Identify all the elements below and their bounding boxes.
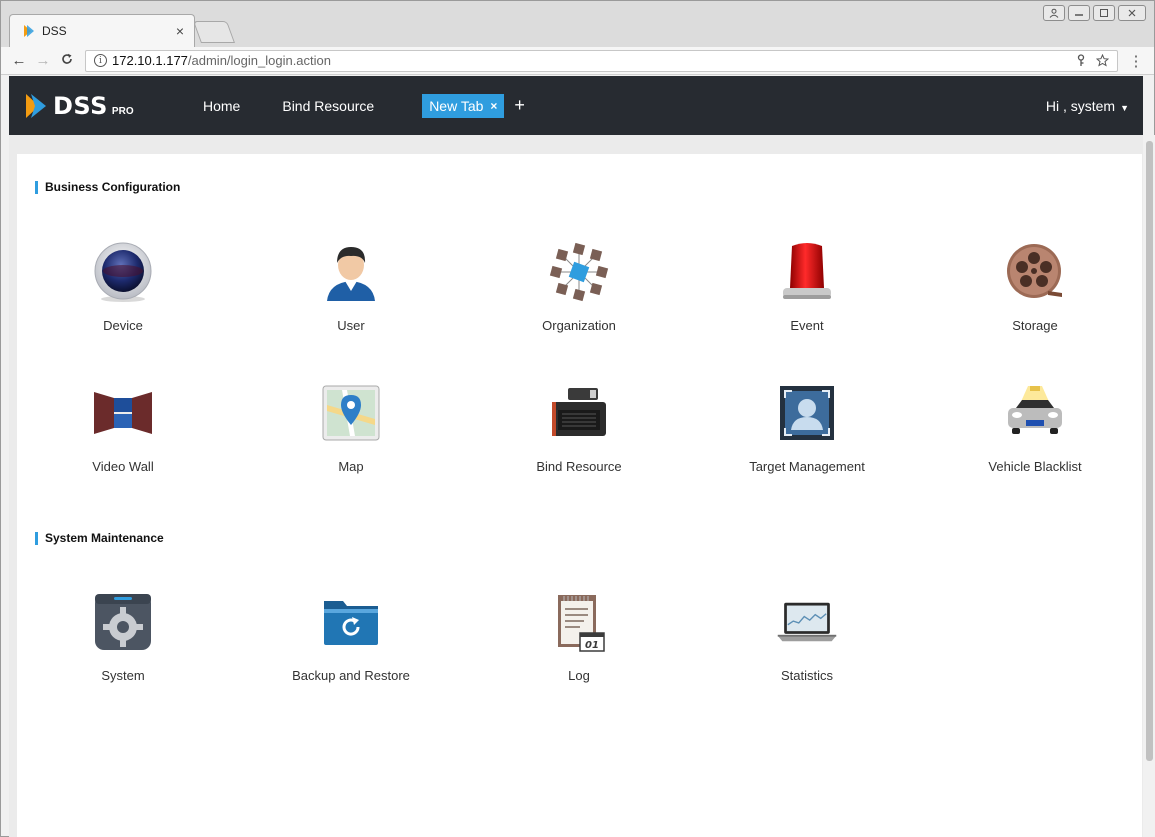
car-icon bbox=[1003, 381, 1067, 445]
tile-label: Statistics bbox=[780, 668, 833, 683]
browser-tab-title: DSS bbox=[42, 24, 67, 38]
backup-folder-icon bbox=[319, 590, 383, 654]
video-wall-icon bbox=[91, 381, 155, 445]
tile-label: Backup and Restore bbox=[292, 668, 410, 683]
app-header: DSS PRO Home Bind Resource New Tab × + H… bbox=[9, 76, 1143, 135]
address-bar[interactable]: i 172.10.1.177/admin/login_login.action bbox=[85, 49, 1118, 72]
scrollbar-thumb[interactable] bbox=[1146, 141, 1153, 761]
device-camera-icon bbox=[91, 240, 155, 304]
map-pin-icon bbox=[319, 381, 383, 445]
tile-map[interactable]: Map bbox=[271, 381, 431, 474]
tile-vehicle-blacklist[interactable]: Vehicle Blacklist bbox=[955, 381, 1115, 474]
key-icon[interactable] bbox=[1076, 54, 1086, 67]
main-panel: Business Configuration Device User Organ… bbox=[17, 154, 1142, 837]
alarm-light-icon bbox=[775, 240, 839, 304]
app-tab-label: New Tab bbox=[429, 97, 484, 114]
app-tab-close-icon[interactable]: × bbox=[490, 99, 497, 113]
nav-home[interactable]: Home bbox=[203, 98, 240, 114]
tile-label: Bind Resource bbox=[536, 459, 622, 474]
page-scrollbar[interactable] bbox=[1143, 135, 1155, 837]
tile-backup-restore[interactable]: Backup and Restore bbox=[271, 590, 431, 683]
tile-label: Vehicle Blacklist bbox=[988, 459, 1082, 474]
logo-edition: PRO bbox=[111, 105, 134, 117]
tile-log[interactable]: 01 Log bbox=[499, 590, 659, 683]
tile-label: Device bbox=[103, 318, 143, 333]
film-reel-icon bbox=[1003, 240, 1067, 304]
tile-label: System bbox=[101, 668, 145, 683]
reload-icon[interactable] bbox=[57, 52, 77, 69]
close-window-icon[interactable] bbox=[1118, 5, 1146, 21]
tile-label: Target Management bbox=[749, 459, 865, 474]
section-title-business: Business Configuration bbox=[35, 180, 180, 194]
face-target-icon bbox=[775, 381, 839, 445]
user-icon bbox=[319, 240, 383, 304]
statistics-laptop-icon bbox=[775, 590, 839, 654]
tile-label: Map bbox=[338, 459, 364, 474]
user-greeting: Hi , system bbox=[1045, 97, 1116, 114]
tile-event[interactable]: Event bbox=[727, 240, 887, 333]
tile-system[interactable]: System bbox=[43, 590, 203, 683]
url-host: 172.10.1.177 bbox=[112, 53, 188, 68]
profile-icon[interactable] bbox=[1043, 5, 1065, 21]
chevron-down-icon: ▼ bbox=[1120, 102, 1129, 113]
tile-label: Event bbox=[790, 318, 824, 333]
tile-video-wall[interactable]: Video Wall bbox=[43, 381, 203, 474]
app-tab-new-tab[interactable]: New Tab × bbox=[422, 93, 505, 118]
tile-label: Log bbox=[568, 668, 590, 683]
log-notepad-icon: 01 bbox=[547, 590, 611, 654]
tile-label: Storage bbox=[1012, 318, 1058, 333]
tile-organization[interactable]: Organization bbox=[499, 240, 659, 333]
nav-bind-resource[interactable]: Bind Resource bbox=[282, 98, 374, 114]
url-path: /admin/login_login.action bbox=[187, 53, 332, 68]
minimize-icon[interactable] bbox=[1068, 5, 1090, 21]
gear-icon bbox=[91, 590, 155, 654]
window-controls bbox=[1043, 5, 1146, 21]
app-nav: Home Bind Resource bbox=[195, 98, 416, 114]
tile-label: User bbox=[337, 318, 365, 333]
organization-icon bbox=[547, 240, 611, 304]
browser-menu-icon[interactable]: ⋮ bbox=[1126, 52, 1146, 70]
forward-arrow-icon[interactable]: → bbox=[33, 52, 53, 69]
logo-text: DSS bbox=[53, 91, 108, 120]
tile-statistics[interactable]: Statistics bbox=[727, 590, 887, 683]
back-arrow-icon[interactable]: ← bbox=[9, 52, 29, 69]
add-tab-button[interactable]: + bbox=[514, 95, 525, 116]
maximize-icon[interactable] bbox=[1093, 5, 1115, 21]
tile-label: Organization bbox=[542, 318, 616, 333]
tile-label: Video Wall bbox=[92, 459, 154, 474]
dss-favicon-icon bbox=[24, 25, 34, 37]
bookmark-star-icon[interactable] bbox=[1096, 54, 1109, 67]
section-title-maintenance: System Maintenance bbox=[35, 531, 164, 545]
browser-titlebar: DSS × bbox=[1, 1, 1154, 47]
dss-logo-icon bbox=[26, 93, 46, 118]
tile-storage[interactable]: Storage bbox=[955, 240, 1115, 333]
omnibox-icons bbox=[1076, 54, 1109, 67]
tile-target-management[interactable]: Target Management bbox=[727, 381, 887, 474]
user-menu[interactable]: Hi , system ▼ bbox=[1046, 98, 1129, 114]
tile-device[interactable]: Device bbox=[43, 240, 203, 333]
svg-text:01: 01 bbox=[585, 640, 599, 651]
browser-window: DSS × ← → i 172.10.1.177/admin/login_log… bbox=[0, 0, 1155, 837]
tile-bind-resource[interactable]: Bind Resource bbox=[499, 381, 659, 474]
browser-toolbar: ← → i 172.10.1.177/admin/login_login.act… bbox=[1, 47, 1154, 75]
browser-tab-close-icon[interactable]: × bbox=[176, 23, 184, 39]
site-info-icon[interactable]: i bbox=[94, 54, 107, 67]
browser-tab[interactable]: DSS × bbox=[9, 14, 195, 47]
tile-user[interactable]: User bbox=[271, 240, 431, 333]
new-browser-tab-button[interactable] bbox=[192, 21, 236, 43]
nvr-device-icon bbox=[547, 381, 611, 445]
dss-logo: DSS PRO bbox=[25, 92, 195, 120]
